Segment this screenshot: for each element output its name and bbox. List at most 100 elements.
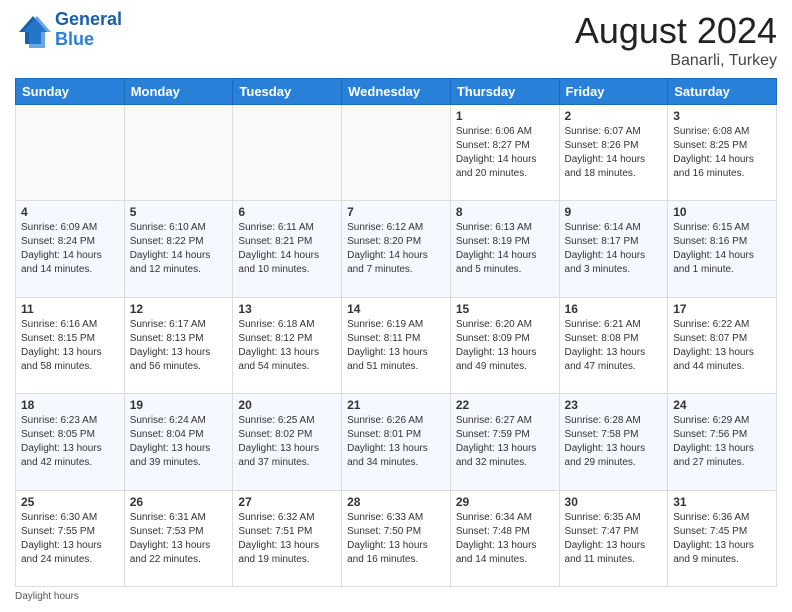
day-cell: 16 Sunrise: 6:21 AM Sunset: 8:08 PM Dayli…: [559, 297, 668, 393]
day-cell: 14Sunrise: 6:19 AM Sunset: 8:11 PM Dayli…: [342, 297, 451, 393]
day-cell: 7 Sunrise: 6:12 AM Sunset: 8:20 PM Daylig…: [342, 201, 451, 297]
day-number: 15: [456, 302, 554, 316]
day-info: Sunrise: 6:36 AM Sunset: 7:45 PM Dayligh…: [673, 511, 771, 567]
month-title: August 2024: [575, 10, 777, 52]
day-number: 14: [347, 302, 445, 316]
day-cell: 1 Sunrise: 6:06 AM Sunset: 8:27 PM Daylig…: [450, 105, 559, 201]
day-number: 26: [130, 495, 228, 509]
day-number: 16: [565, 302, 663, 316]
logo-general: General: [55, 10, 122, 30]
day-info: Sunrise: 6:10 AM Sunset: 8:22 PM Dayligh…: [130, 221, 228, 277]
day-info: Sunrise: 6:22 AM Sunset: 8:07 PM Dayligh…: [673, 318, 771, 374]
week-row-3: 11 Sunrise: 6:16 AM Sunset: 8:15 PM Dayli…: [16, 297, 777, 393]
day-cell: 25 Sunrise: 6:30 AM Sunset: 7:55 PM Dayli…: [16, 490, 125, 586]
day-info: Sunrise: 6:25 AM Sunset: 8:02 PM Dayligh…: [238, 414, 336, 470]
day-info: Sunrise: 6:23 AM Sunset: 8:05 PM Dayligh…: [21, 414, 119, 470]
day-cell: 6 Sunrise: 6:11 AM Sunset: 8:21 PM Daylig…: [233, 201, 342, 297]
day-info: Sunrise: 6:21 AM Sunset: 8:08 PM Dayligh…: [565, 318, 663, 374]
day-cell: 27Sunrise: 6:32 AM Sunset: 7:51 PM Dayli…: [233, 490, 342, 586]
day-cell: 12Sunrise: 6:17 AM Sunset: 8:13 PM Dayli…: [124, 297, 233, 393]
day-info: Sunrise: 6:33 AM Sunset: 7:50 PM Dayligh…: [347, 511, 445, 567]
day-number: 6: [238, 205, 336, 219]
day-number: 9: [565, 205, 663, 219]
day-info: Sunrise: 6:29 AM Sunset: 7:56 PM Dayligh…: [673, 414, 771, 470]
day-cell: 5 Sunrise: 6:10 AM Sunset: 8:22 PM Daylig…: [124, 201, 233, 297]
day-cell: 2 Sunrise: 6:07 AM Sunset: 8:26 PM Daylig…: [559, 105, 668, 201]
day-number: 20: [238, 398, 336, 412]
day-number: 2: [565, 109, 663, 123]
day-cell: 9Sunrise: 6:14 AM Sunset: 8:17 PM Daylig…: [559, 201, 668, 297]
day-number: 21: [347, 398, 445, 412]
logo-blue: Blue: [55, 29, 94, 49]
day-info: Sunrise: 6:32 AM Sunset: 7:51 PM Dayligh…: [238, 511, 336, 567]
day-number: 30: [565, 495, 663, 509]
day-cell: 4Sunrise: 6:09 AM Sunset: 8:24 PM Daylig…: [16, 201, 125, 297]
day-number: 8: [456, 205, 554, 219]
day-number: 23: [565, 398, 663, 412]
day-info: Sunrise: 6:11 AM Sunset: 8:21 PM Dayligh…: [238, 221, 336, 277]
footer-note: Daylight hours: [15, 591, 777, 602]
day-cell: [233, 105, 342, 201]
day-info: Sunrise: 6:12 AM Sunset: 8:20 PM Dayligh…: [347, 221, 445, 277]
day-number: 17: [673, 302, 771, 316]
col-header-friday: Friday: [559, 79, 668, 105]
day-cell: [124, 105, 233, 201]
day-info: Sunrise: 6:27 AM Sunset: 7:59 PM Dayligh…: [456, 414, 554, 470]
day-info: Sunrise: 6:35 AM Sunset: 7:47 PM Dayligh…: [565, 511, 663, 567]
day-cell: 26 Sunrise: 6:31 AM Sunset: 7:53 PM Dayli…: [124, 490, 233, 586]
day-cell: 13 Sunrise: 6:18 AM Sunset: 8:12 PM Dayli…: [233, 297, 342, 393]
day-number: 5: [130, 205, 228, 219]
day-number: 19: [130, 398, 228, 412]
day-info: Sunrise: 6:13 AM Sunset: 8:19 PM Dayligh…: [456, 221, 554, 277]
calendar-header-row: SundayMondayTuesdayWednesdayThursdayFrid…: [16, 79, 777, 105]
logo: General Blue: [15, 10, 122, 50]
week-row-1: 1 Sunrise: 6:06 AM Sunset: 8:27 PM Daylig…: [16, 105, 777, 201]
day-number: 10: [673, 205, 771, 219]
day-cell: [342, 105, 451, 201]
day-cell: [16, 105, 125, 201]
col-header-tuesday: Tuesday: [233, 79, 342, 105]
day-number: 31: [673, 495, 771, 509]
day-cell: 17 Sunrise: 6:22 AM Sunset: 8:07 PM Dayli…: [668, 297, 777, 393]
day-number: 24: [673, 398, 771, 412]
day-number: 13: [238, 302, 336, 316]
day-info: Sunrise: 6:15 AM Sunset: 8:16 PM Dayligh…: [673, 221, 771, 277]
col-header-thursday: Thursday: [450, 79, 559, 105]
day-info: Sunrise: 6:31 AM Sunset: 7:53 PM Dayligh…: [130, 511, 228, 567]
day-number: 7: [347, 205, 445, 219]
day-info: Sunrise: 6:28 AM Sunset: 7:58 PM Dayligh…: [565, 414, 663, 470]
day-number: 25: [21, 495, 119, 509]
day-cell: 15 Sunrise: 6:20 AM Sunset: 8:09 PM Dayli…: [450, 297, 559, 393]
page: General Blue August 2024 Banarli, Turkey…: [0, 0, 792, 612]
day-info: Sunrise: 6:07 AM Sunset: 8:26 PM Dayligh…: [565, 125, 663, 181]
day-info: Sunrise: 6:06 AM Sunset: 8:27 PM Dayligh…: [456, 125, 554, 181]
day-cell: 11 Sunrise: 6:16 AM Sunset: 8:15 PM Dayli…: [16, 297, 125, 393]
day-info: Sunrise: 6:20 AM Sunset: 8:09 PM Dayligh…: [456, 318, 554, 374]
col-header-wednesday: Wednesday: [342, 79, 451, 105]
day-cell: 19 Sunrise: 6:24 AM Sunset: 8:04 PM Dayli…: [124, 394, 233, 490]
day-info: Sunrise: 6:16 AM Sunset: 8:15 PM Dayligh…: [21, 318, 119, 374]
day-cell: 22Sunrise: 6:27 AM Sunset: 7:59 PM Dayli…: [450, 394, 559, 490]
day-cell: 18 Sunrise: 6:23 AM Sunset: 8:05 PM Dayli…: [16, 394, 125, 490]
week-row-5: 25 Sunrise: 6:30 AM Sunset: 7:55 PM Dayli…: [16, 490, 777, 586]
day-cell: 23 Sunrise: 6:28 AM Sunset: 7:58 PM Dayli…: [559, 394, 668, 490]
calendar-table: SundayMondayTuesdayWednesdayThursdayFrid…: [15, 78, 777, 587]
day-info: Sunrise: 6:24 AM Sunset: 8:04 PM Dayligh…: [130, 414, 228, 470]
week-row-2: 4Sunrise: 6:09 AM Sunset: 8:24 PM Daylig…: [16, 201, 777, 297]
day-number: 1: [456, 109, 554, 123]
day-info: Sunrise: 6:30 AM Sunset: 7:55 PM Dayligh…: [21, 511, 119, 567]
day-info: Sunrise: 6:18 AM Sunset: 8:12 PM Dayligh…: [238, 318, 336, 374]
col-header-monday: Monday: [124, 79, 233, 105]
logo-icon: [15, 12, 51, 48]
day-number: 29: [456, 495, 554, 509]
day-info: Sunrise: 6:34 AM Sunset: 7:48 PM Dayligh…: [456, 511, 554, 567]
day-info: Sunrise: 6:26 AM Sunset: 8:01 PM Dayligh…: [347, 414, 445, 470]
day-number: 18: [21, 398, 119, 412]
day-number: 12: [130, 302, 228, 316]
location-subtitle: Banarli, Turkey: [575, 52, 777, 70]
day-cell: 31 Sunrise: 6:36 AM Sunset: 7:45 PM Dayli…: [668, 490, 777, 586]
logo-text: General Blue: [55, 10, 122, 50]
day-number: 11: [21, 302, 119, 316]
col-header-saturday: Saturday: [668, 79, 777, 105]
header: General Blue August 2024 Banarli, Turkey: [15, 10, 777, 70]
